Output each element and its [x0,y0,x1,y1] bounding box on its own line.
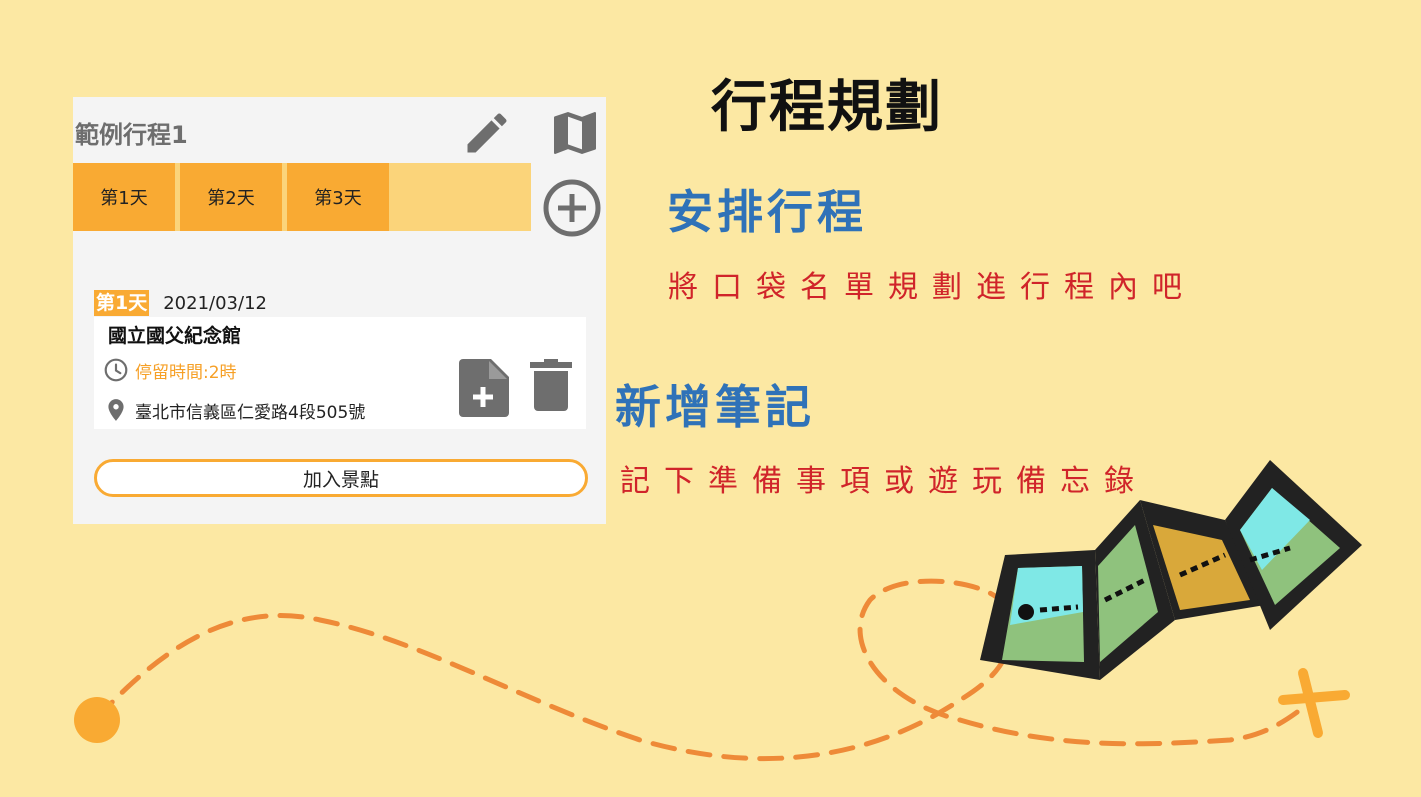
tab-day-1[interactable]: 第1天 [73,163,175,231]
section1-desc: 將口袋名單規劃進行程內吧 [668,270,1196,305]
map-button[interactable] [547,105,603,161]
stay-duration: 停留時間:2時 [103,357,237,383]
day-date: 2021/03/12 [163,292,267,314]
spot-address: 臺北市信義區仁愛路4段505號 [103,397,365,423]
pencil-icon [467,113,507,153]
section2-title: 新增筆記 [615,380,815,434]
day-badge: 第1天 [94,290,150,316]
route-start-dot [74,697,120,743]
day-tabs: 第1天 第2天 第3天 [73,163,531,231]
stay-duration-text: 停留時間:2時 [135,362,237,383]
spot-name: 國立國父紀念館 [108,325,242,347]
tab-day-2[interactable]: 第2天 [180,163,282,231]
page-title: 行程規劃 [711,75,943,140]
section1-title: 安排行程 [667,185,867,239]
delete-button[interactable] [530,359,572,411]
trip-card: 範例行程1 第1天 第2天 第3天 第1天 2021/03/12 國立國父紀念館 [73,97,606,524]
route-end-x-icon [1278,668,1350,738]
note-add-icon [459,359,509,417]
spot-item[interactable]: 國立國父紀念館 停留時間:2時 臺北市信義區仁愛路4段505號 [94,317,586,429]
map-pin-icon [108,399,124,421]
trip-title: 範例行程1 [75,121,188,149]
edit-button[interactable] [461,107,513,159]
add-note-button[interactable] [459,359,509,417]
day-header: 第1天 2021/03/12 [94,290,267,316]
section2-desc: 記下準備事項或遊玩備忘錄 [620,464,1148,499]
trash-icon [530,359,572,411]
spot-address-text: 臺北市信義區仁愛路4段505號 [135,402,366,423]
plus-circle-icon [543,179,601,237]
add-day-button[interactable] [540,176,604,240]
tab-day-3[interactable]: 第3天 [287,163,389,231]
clock-icon [104,358,128,382]
map-icon [554,112,596,154]
add-spot-button[interactable]: 加入景點 [94,459,588,497]
